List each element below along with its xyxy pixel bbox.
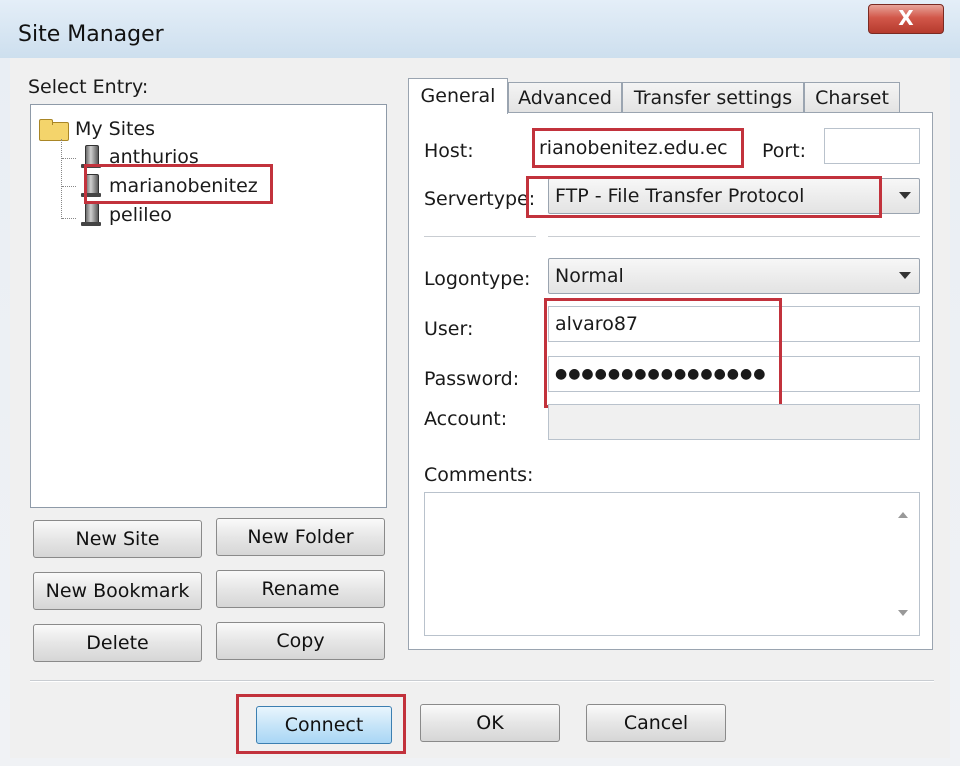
new-site-button[interactable]: New Site [33,520,202,558]
window-title: Site Manager [18,22,164,47]
chevron-down-icon [899,272,911,279]
tree-item-label: pelileo [109,204,172,226]
ok-button[interactable]: OK [420,704,560,742]
folder-open-icon [39,119,69,141]
highlight-credentials [544,298,782,408]
site-manager-window: Site Manager X Select Entry: My Sites an… [0,0,960,766]
highlight-selected-site [84,164,273,204]
tree-item-my-sites[interactable]: My Sites [39,115,155,143]
port-label: Port: [762,140,807,162]
tree-connector [61,139,62,219]
scroll-down-icon[interactable] [898,610,908,616]
tree-item-pelileo[interactable]: pelileo [81,201,172,229]
host-label: Host: [424,140,474,162]
tab-general[interactable]: General [408,78,508,114]
highlight-servertype [526,176,882,218]
new-folder-button[interactable]: New Folder [216,518,385,556]
close-button[interactable]: X [868,4,944,34]
highlight-host [532,128,744,168]
tree-connector [62,158,76,159]
new-bookmark-button[interactable]: New Bookmark [33,572,202,610]
comments-label: Comments: [424,464,534,486]
separator [30,680,934,682]
select-entry-label: Select Entry: [28,76,149,98]
separator [548,236,920,238]
logontype-label: Logontype: [424,268,531,290]
rename-button[interactable]: Rename [216,570,385,608]
tab-advanced[interactable]: Advanced [508,82,622,114]
tree-connector [62,186,76,187]
port-input[interactable] [824,128,920,164]
user-label: User: [424,318,474,340]
chevron-down-icon [899,192,911,199]
logontype-value: Normal [555,265,624,287]
comments-textarea[interactable] [424,492,920,636]
delete-button[interactable]: Delete [33,624,202,662]
tree-root-label: My Sites [75,118,156,140]
cancel-button[interactable]: Cancel [586,704,726,742]
separator [424,236,536,238]
scroll-up-icon[interactable] [898,512,908,518]
password-label: Password: [424,368,520,390]
server-icon [81,203,101,227]
tree-connector [62,218,76,219]
account-input[interactable] [548,404,920,440]
title-bar: Site Manager X [0,0,960,58]
tab-charset[interactable]: Charset [804,82,900,114]
copy-button[interactable]: Copy [216,622,385,660]
tab-transfer-settings[interactable]: Transfer settings [622,82,804,114]
highlight-connect [236,694,406,754]
account-label: Account: [424,408,508,430]
logontype-select[interactable]: Normal [548,258,920,294]
servertype-label: Servertype: [424,188,536,210]
